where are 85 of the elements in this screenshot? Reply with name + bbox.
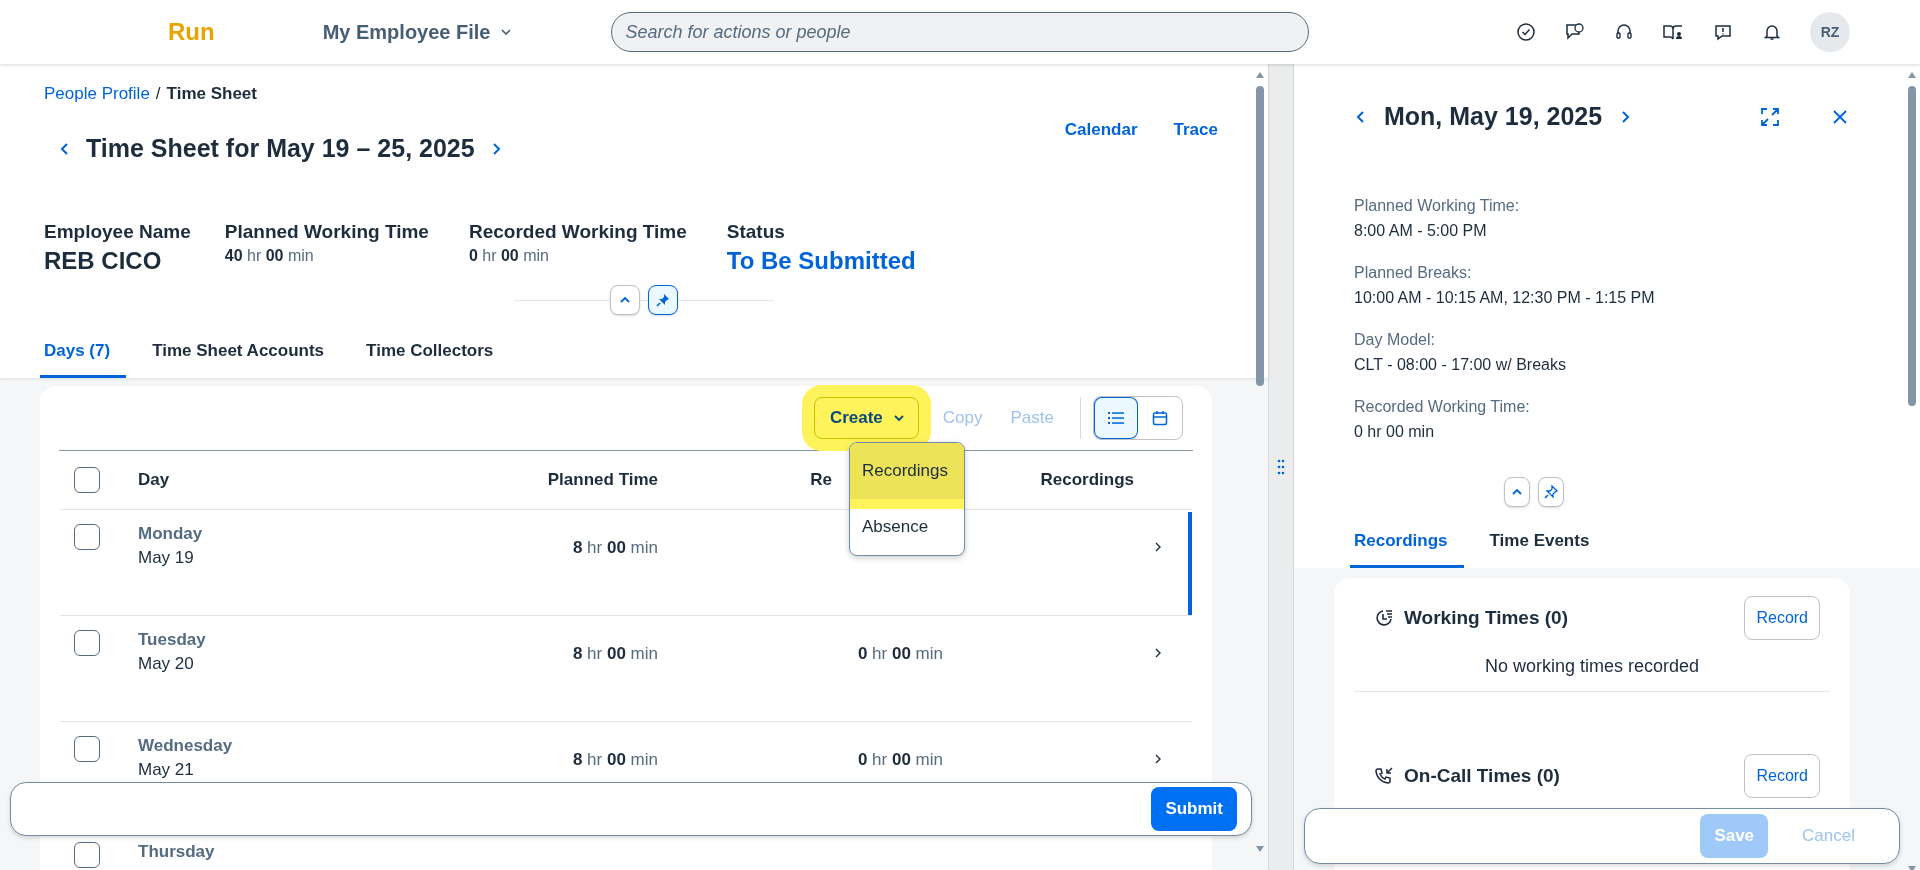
collapse-header-button[interactable]	[1504, 477, 1530, 507]
planned-time: 8 hr 00 min	[572, 538, 658, 557]
pin-header-button[interactable]	[1538, 477, 1564, 507]
attribute-label: Recorded Working Time	[468, 221, 687, 243]
collapse-header-button[interactable]	[610, 285, 640, 315]
clock-list-icon	[1374, 608, 1394, 628]
user-avatar[interactable]: RZ	[1810, 12, 1850, 52]
menu-item[interactable]: Absence	[850, 499, 964, 555]
planned-time: 8 hr 00 min	[572, 750, 658, 769]
breadcrumb-link[interactable]: People Profile	[44, 84, 150, 104]
field-value: 10:00 AM - 10:15 AM, 12:30 PM - 1:15 PM	[1354, 289, 1656, 307]
page-title: Time Sheet for May 19 – 25, 2025	[86, 134, 475, 163]
check-circle-icon[interactable]	[1516, 22, 1536, 42]
row-checkbox[interactable]	[74, 630, 100, 656]
chevron-up-icon	[619, 295, 631, 305]
weekday-text: Monday	[138, 524, 204, 544]
list-view-button[interactable]	[1094, 397, 1138, 439]
search-field[interactable]: Search for actions or people	[610, 12, 1309, 52]
header-link[interactable]: Trace	[1173, 120, 1218, 140]
breadcrumb-current: Time Sheet	[166, 84, 257, 104]
attribute-label: Status	[726, 221, 786, 243]
employee-name: REB CICO	[44, 247, 163, 275]
field-label: Planned Working Time:	[1354, 197, 1521, 215]
field-value: CLT - 08:00 - 17:00 w/ Breaks	[1354, 356, 1567, 374]
fullscreen-icon[interactable]	[1760, 106, 1780, 127]
tab[interactable]: Time Collectors	[366, 331, 510, 378]
date-text: May 21	[138, 760, 195, 780]
empty-message: No working times recorded	[1483, 656, 1701, 677]
row-checkbox[interactable]	[74, 842, 100, 868]
pin-header-button[interactable]	[648, 285, 678, 315]
chat-bot-icon[interactable]	[1564, 22, 1586, 42]
field-label: Planned Breaks:	[1354, 264, 1473, 282]
list-icon	[1107, 410, 1125, 426]
section-title: On-Call Times (0)	[1404, 765, 1561, 787]
chevron-up-icon	[1511, 487, 1523, 497]
submit-button[interactable]: Submit	[1151, 787, 1237, 831]
column-header: Re	[809, 470, 832, 490]
header-link[interactable]: Calendar	[1064, 120, 1138, 140]
attribute-label: Employee Name	[44, 221, 191, 243]
close-icon[interactable]	[1832, 108, 1848, 125]
field-value: 8:00 AM - 5:00 PM	[1354, 222, 1488, 240]
breadcrumb-separator: /	[155, 84, 161, 104]
field-label: Day Model:	[1354, 331, 1436, 349]
headset-icon[interactable]	[1614, 22, 1634, 42]
phone-incoming-icon	[1374, 766, 1394, 786]
row-checkbox[interactable]	[74, 736, 100, 762]
calendar-icon	[1152, 410, 1168, 426]
recorded-time: 0 hr 00 min	[857, 750, 943, 769]
bell-icon[interactable]	[1762, 22, 1782, 42]
chevron-down-icon	[892, 412, 905, 424]
feedback-icon[interactable]	[1712, 22, 1734, 42]
field-label: Recorded Working Time:	[1354, 398, 1531, 416]
column-header: Day	[138, 470, 171, 490]
column-header: Planned Time	[546, 470, 658, 490]
date-text: May 19	[138, 548, 195, 568]
pin-icon	[656, 293, 670, 307]
drag-handle-icon[interactable]	[1277, 459, 1285, 475]
select-all-checkbox[interactable]	[74, 467, 100, 493]
row-checkbox[interactable]	[74, 524, 100, 550]
pin-icon	[1544, 485, 1558, 499]
date-text: May 20	[138, 654, 195, 674]
field-value: 0 hr 00 min	[1354, 423, 1436, 441]
weekday-text: Thursday	[138, 842, 216, 862]
attribute-label: Planned Working Time	[224, 221, 429, 243]
app-menu-button[interactable]: My Employee File	[322, 20, 513, 44]
tab[interactable]: Time Sheet Accounts	[152, 331, 341, 378]
day-title: Mon, May 19, 2025	[1384, 102, 1603, 131]
tab[interactable]: Time Events	[1489, 521, 1606, 568]
chevron-right-icon[interactable]	[1154, 647, 1162, 659]
record-button[interactable]: Record	[1744, 754, 1820, 798]
duration-value: 40 hr 00 min	[224, 247, 315, 265]
column-header: Recordings	[1040, 470, 1135, 490]
chevron-right-icon[interactable]	[1154, 753, 1162, 765]
record-button[interactable]: Record	[1744, 596, 1820, 640]
recorded-time: 0 hr 00 min	[857, 644, 943, 663]
book-user-icon[interactable]	[1662, 22, 1684, 42]
tab[interactable]: Days (7)	[40, 331, 127, 378]
chevron-right-icon[interactable]	[1154, 541, 1162, 553]
duration-value: 0 hr 00 min	[468, 247, 550, 265]
weekday-text: Wednesday	[138, 736, 234, 756]
section-title: Working Times (0)	[1404, 607, 1569, 629]
status-value: To Be Submitted	[726, 247, 916, 275]
planned-time: 8 hr 00 min	[572, 644, 658, 663]
weekday-text: Tuesday	[138, 630, 207, 650]
tab[interactable]: Recordings	[1350, 521, 1464, 568]
